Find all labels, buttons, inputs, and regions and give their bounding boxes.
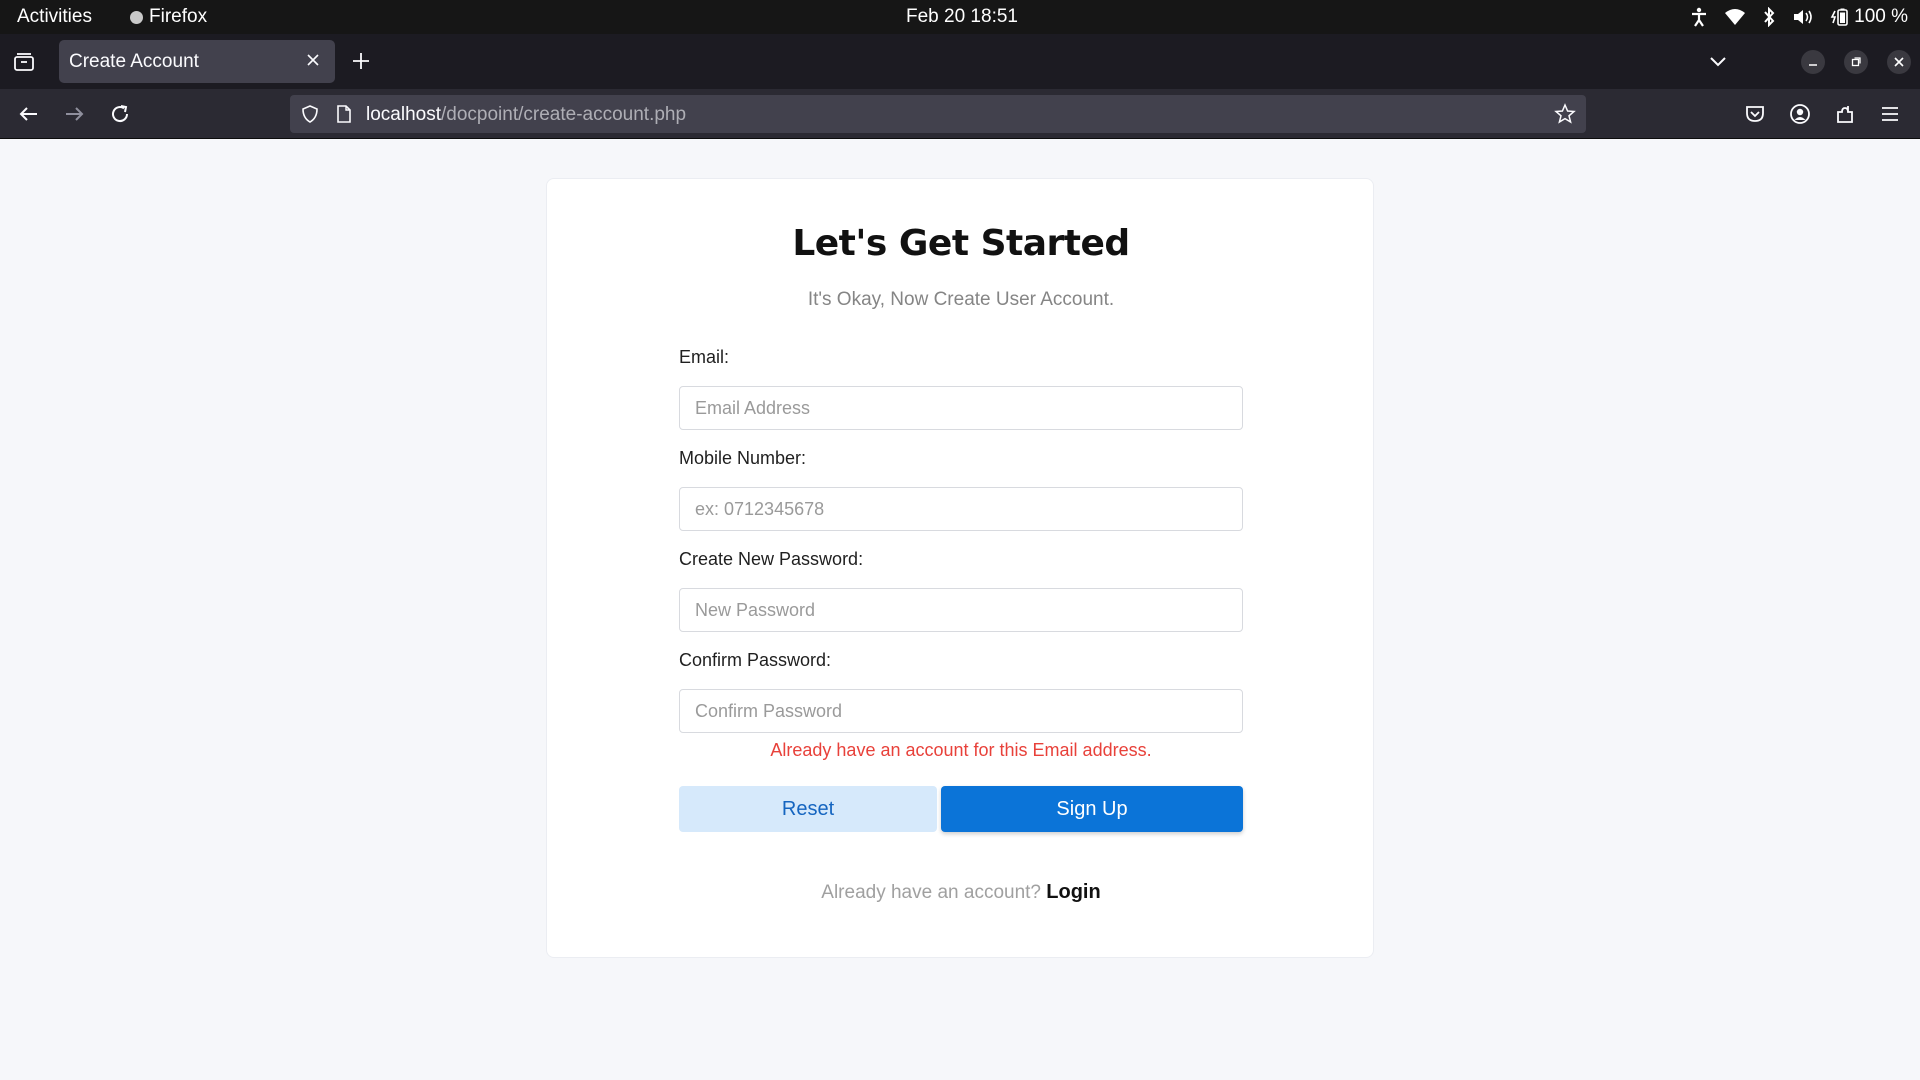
pocket-icon[interactable] — [1743, 102, 1767, 126]
new-password-label: Create New Password: — [679, 549, 864, 569]
star-icon[interactable] — [1554, 103, 1576, 130]
login-link[interactable]: Login — [1046, 881, 1100, 903]
close-window-icon[interactable] — [1887, 50, 1911, 74]
page-subtitle: It's Okay, Now Create User Account. — [807, 289, 1115, 310]
wifi-icon[interactable] — [1724, 8, 1746, 26]
login-prompt-text: Already have an account? — [821, 882, 1047, 903]
url-bar[interactable]: localhost/docpoint/create-account.php — [290, 95, 1586, 133]
login-prompt: Already have an account? Login — [547, 881, 1375, 904]
app-name: Firefox — [149, 6, 208, 27]
activities-button[interactable]: Activities — [17, 6, 92, 28]
battery-status[interactable]: 100 % — [1830, 6, 1908, 28]
new-password-field[interactable] — [679, 588, 1243, 632]
page-content: Let's Get Started It's Okay, Now Create … — [0, 140, 1920, 1080]
confirm-password-field[interactable] — [679, 689, 1243, 733]
tab-create-account[interactable]: Create Account — [59, 40, 335, 83]
clock[interactable]: Feb 20 18:51 — [906, 6, 1018, 28]
app-menu[interactable]: Firefox — [130, 6, 207, 28]
volume-icon[interactable] — [1792, 8, 1814, 26]
forward-arrow-icon[interactable] — [62, 102, 86, 126]
url-text[interactable]: localhost/docpoint/create-account.php — [366, 104, 686, 126]
tab-list-icon[interactable] — [12, 51, 36, 73]
page-title: Let's Get Started — [792, 223, 1130, 264]
mobile-label: Mobile Number: — [679, 448, 807, 468]
extensions-icon[interactable] — [1833, 102, 1857, 126]
sign-up-button[interactable]: Sign Up — [941, 786, 1243, 832]
mobile-number-field[interactable] — [679, 487, 1243, 531]
email-label: Email: — [679, 347, 730, 367]
back-arrow-icon[interactable] — [17, 102, 41, 126]
firefox-icon — [130, 10, 143, 24]
close-icon[interactable] — [303, 50, 323, 70]
email-field[interactable] — [679, 386, 1243, 430]
page-icon[interactable] — [335, 104, 353, 129]
reload-icon[interactable] — [108, 102, 132, 126]
shield-icon[interactable] — [300, 104, 320, 129]
minimize-icon[interactable] — [1801, 50, 1825, 74]
tab-strip: Create Account — [0, 34, 1920, 89]
tab-title: Create Account — [69, 51, 199, 72]
confirm-password-label: Confirm Password: — [679, 650, 832, 670]
plus-icon[interactable] — [350, 50, 372, 72]
url-path: /docpoint/create-account.php — [441, 104, 687, 125]
account-icon[interactable] — [1788, 102, 1812, 126]
system-tray[interactable]: 100 % — [1690, 4, 1908, 30]
battery-icon — [1830, 7, 1850, 27]
bluetooth-icon[interactable] — [1762, 7, 1776, 27]
chevron-down-icon[interactable] — [1707, 52, 1729, 72]
menu-icon[interactable] — [1878, 102, 1902, 126]
create-account-card: Let's Get Started It's Okay, Now Create … — [546, 178, 1374, 958]
accessibility-icon[interactable] — [1690, 7, 1708, 27]
url-host: localhost — [366, 104, 441, 125]
system-top-bar: Activities Firefox Feb 20 18:51 100 % — [0, 0, 1920, 34]
battery-percentage: 100 % — [1854, 6, 1908, 27]
error-message: Already have an account for this Email a… — [770, 740, 1152, 760]
navigation-toolbar: localhost/docpoint/create-account.php — [0, 89, 1920, 139]
restore-icon[interactable] — [1844, 50, 1868, 74]
reset-button[interactable]: Reset — [679, 786, 937, 832]
